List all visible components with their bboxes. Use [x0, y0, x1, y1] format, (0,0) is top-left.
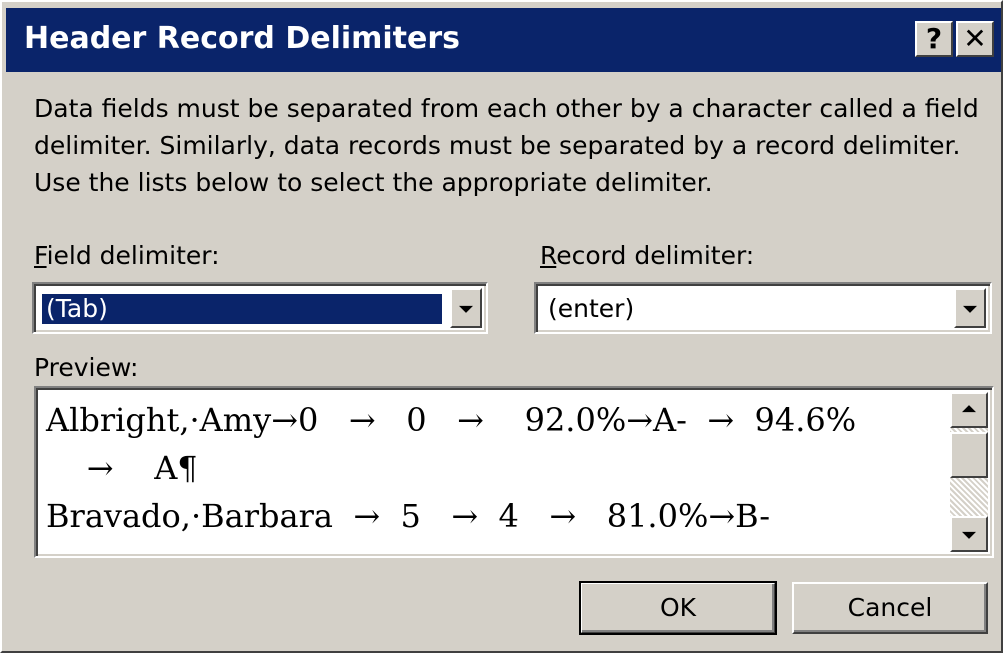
scroll-thumb[interactable]: [950, 432, 988, 478]
preview-line: Bravado,·Barbara → 5 → 4 → 81.0%→B-: [46, 497, 771, 535]
preview-line: → A¶: [46, 449, 198, 487]
record-delimiter-mnemonic: R: [540, 241, 557, 270]
preview-box[interactable]: Albright,·Amy→0 → 0 → 92.0%→A- → 94.6% →…: [34, 386, 994, 558]
dialog-title: Header Record Delimiters: [24, 21, 461, 56]
chevron-down-icon: [459, 305, 473, 313]
field-delimiter-label-text: ield delimiter:: [46, 241, 220, 270]
preview-line: Albright,·Amy→0 → 0 → 92.0%→A- → 94.6%: [46, 401, 857, 439]
preview-content: Albright,·Amy→0 → 0 → 92.0%→A- → 94.6% →…: [46, 396, 938, 540]
title-bar[interactable]: Header Record Delimiters ? ✕: [6, 8, 1001, 72]
record-delimiter-dropdown-button[interactable]: [954, 288, 986, 328]
record-delimiter-value: (enter): [548, 294, 635, 323]
ok-button[interactable]: OK: [579, 581, 777, 635]
field-delimiter-label: Field delimiter:: [34, 240, 220, 272]
preview-scrollbar[interactable]: [950, 392, 988, 552]
preview-label: Preview:: [34, 353, 139, 382]
record-delimiter-label: Record delimiter:: [540, 240, 754, 272]
help-button[interactable]: ?: [915, 21, 953, 57]
scroll-up-button[interactable]: [950, 392, 988, 428]
field-delimiter-select[interactable]: (Tab): [32, 282, 488, 334]
chevron-down-icon: [963, 305, 977, 313]
cancel-button[interactable]: Cancel: [792, 582, 988, 634]
dialog-window: Header Record Delimiters ? ✕ Data fields…: [0, 0, 1003, 653]
field-delimiter-mnemonic: F: [34, 241, 47, 270]
record-delimiter-select[interactable]: (enter): [534, 282, 992, 334]
chevron-down-icon: [962, 531, 976, 539]
description-text: Data fields must be separated from each …: [34, 94, 979, 197]
scroll-down-button[interactable]: [950, 516, 988, 552]
field-delimiter-dropdown-button[interactable]: [450, 288, 482, 328]
record-delimiter-label-text: ecord delimiter:: [556, 241, 755, 270]
field-delimiter-value: (Tab): [41, 293, 443, 325]
chevron-up-icon: [962, 405, 976, 413]
close-button[interactable]: ✕: [956, 21, 994, 57]
